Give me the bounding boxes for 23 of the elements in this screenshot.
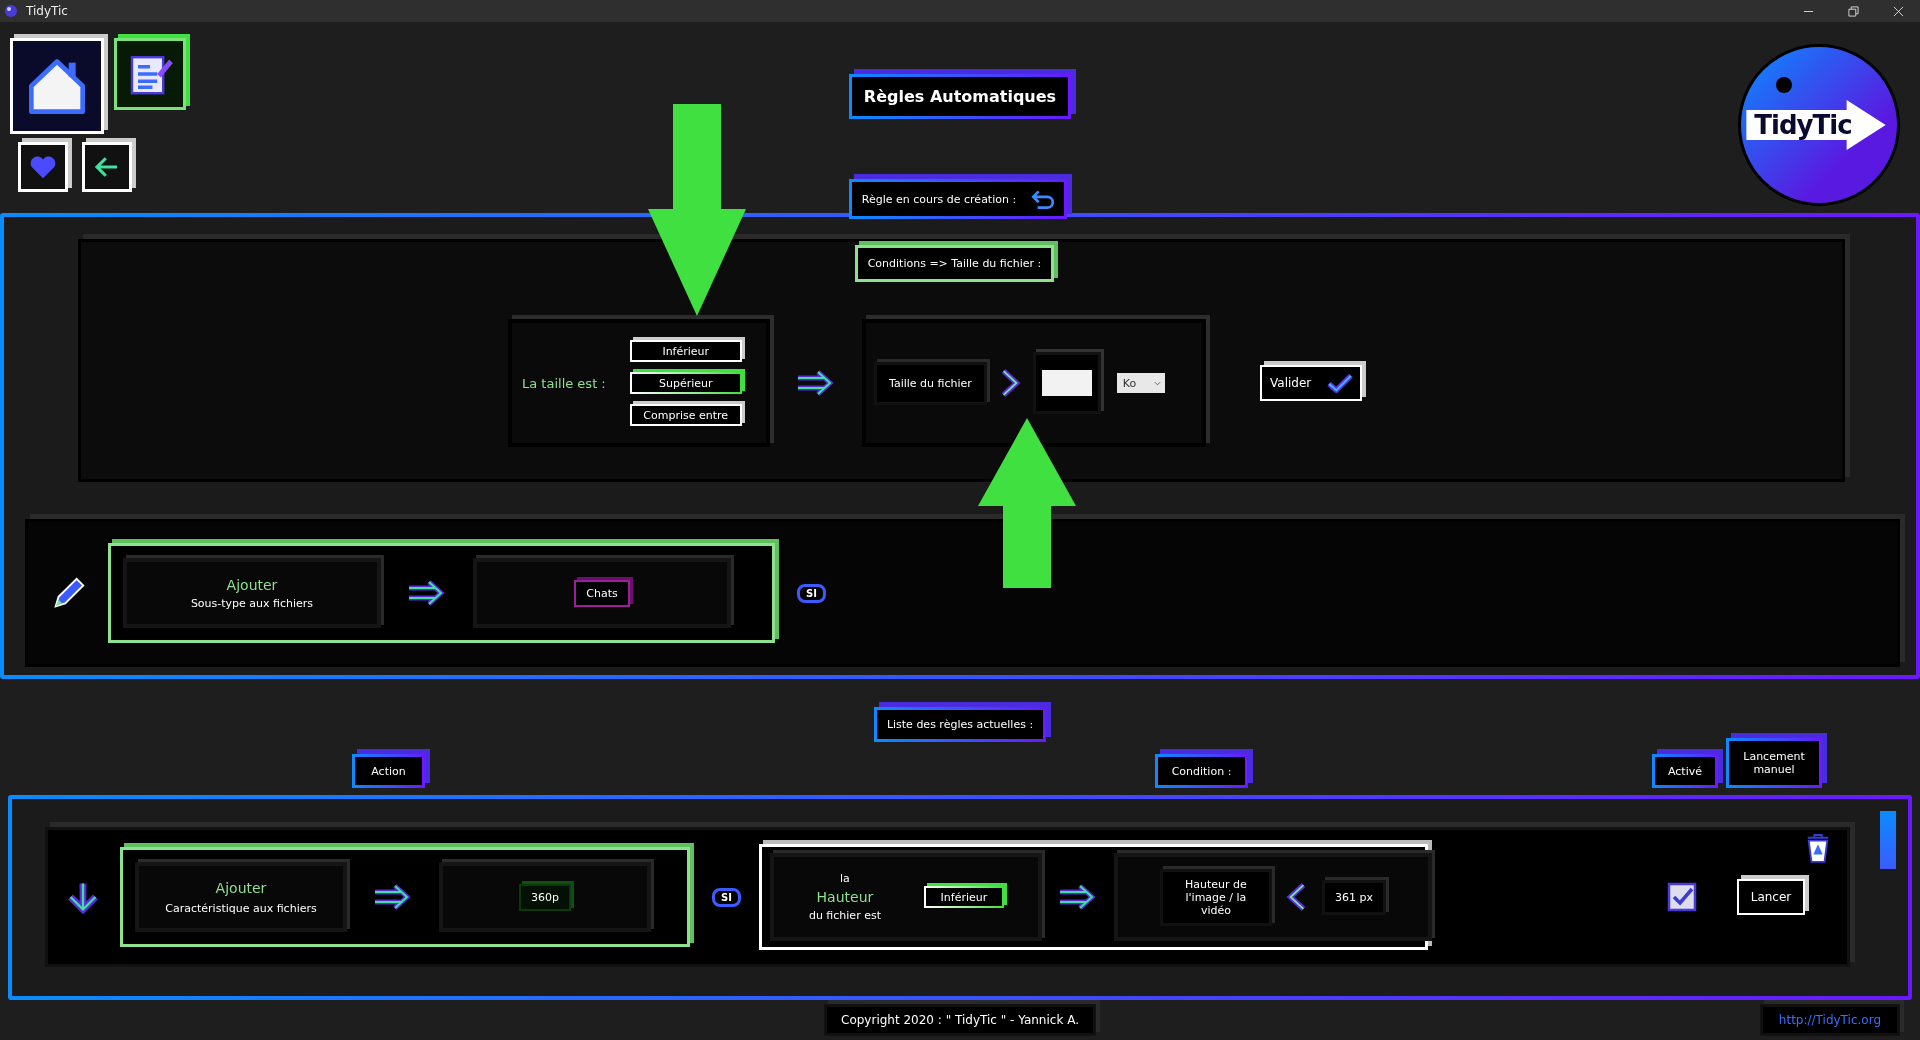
target-label: Hauteur de l'image / la vidéo	[1159, 868, 1272, 926]
action-verb: Ajouter	[226, 576, 278, 593]
attribute-name: Hauteur	[816, 889, 874, 905]
si-badge: SI	[797, 583, 826, 603]
tag: 360p	[519, 883, 571, 911]
comparator-option[interactable]: Supérieur	[629, 372, 742, 394]
tag: Chats	[574, 579, 630, 607]
comparator-label: Inférieur	[923, 886, 1004, 908]
comparator-option[interactable]: Inférieur	[629, 340, 742, 362]
logo-text: TidyTic	[1746, 100, 1886, 150]
target-value: 361 px	[1321, 879, 1386, 915]
section-title: Règle en cours de création :	[861, 192, 1017, 206]
comparator-option[interactable]: Comprise entre	[629, 404, 742, 426]
action-object: Sous-type aux fichiers	[190, 596, 314, 610]
action-object: Caractéristique aux fichiers	[165, 901, 317, 915]
si-badge: SI	[712, 887, 741, 907]
field-label: Taille du fichier	[874, 361, 987, 405]
action-verb: Ajouter	[215, 879, 267, 896]
condition-prefix: la	[840, 872, 850, 885]
condition-suffix: du fichier est	[808, 909, 881, 922]
unit-dropdown[interactable]: Ko	[1116, 373, 1165, 393]
size-label: La taille est :	[522, 375, 606, 391]
window-title: TidyTic	[26, 4, 68, 18]
